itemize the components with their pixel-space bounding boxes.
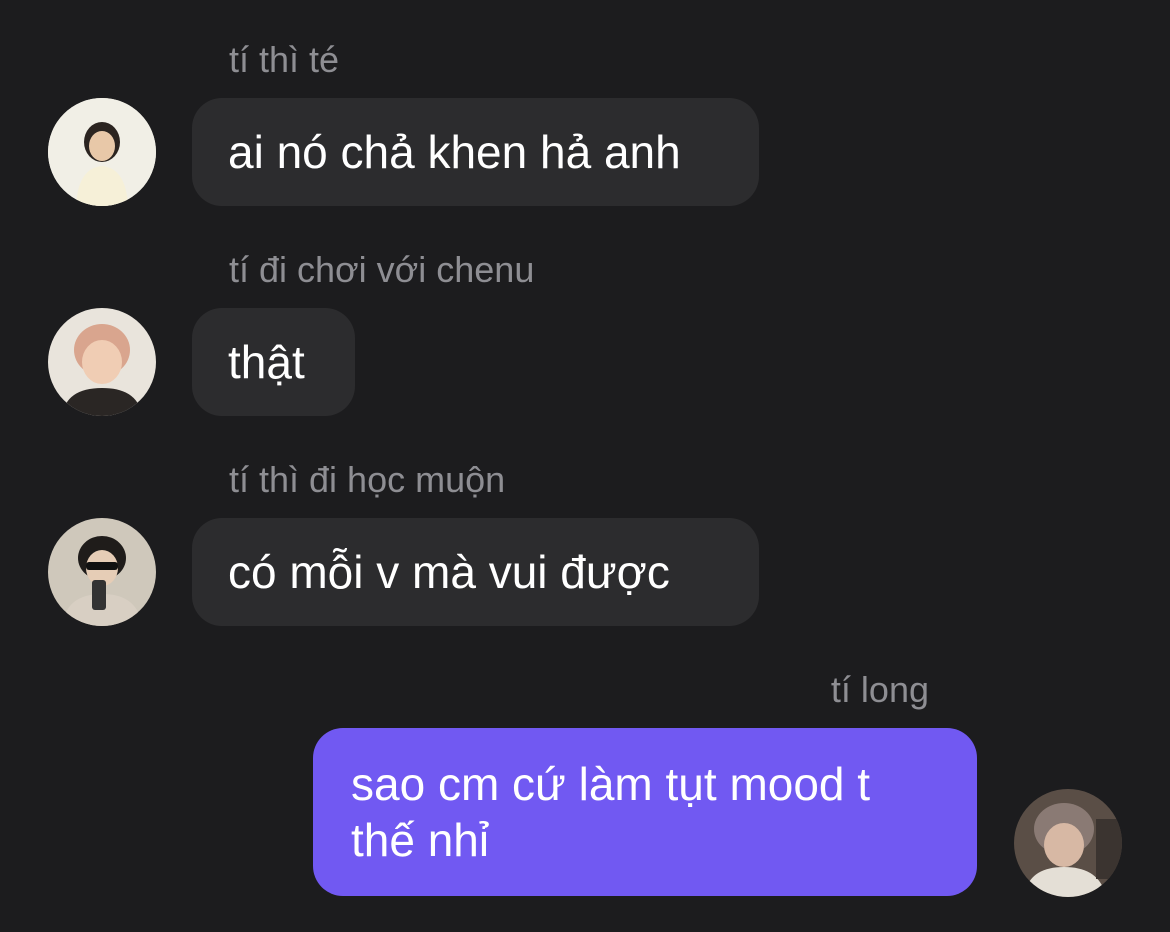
person-avatar-icon [48,98,156,206]
avatar[interactable] [48,518,156,626]
avatar[interactable] [1014,789,1122,897]
person-avatar-icon [1014,789,1122,897]
message-bubble[interactable]: thật [192,308,355,416]
avatar[interactable] [48,98,156,206]
sender-name: tí long [830,669,929,710]
sender-name: tí đi chơi với chenu [229,249,535,290]
sender-name: tí thì đi học muộn [229,459,506,500]
message-bubble-outgoing[interactable]: sao cm cứ làm tụt mood t thế nhỉ [313,728,977,896]
person-avatar-icon [48,518,156,626]
person-avatar-icon [48,308,156,416]
avatar[interactable] [48,308,156,416]
message-bubble[interactable]: ai nó chả khen hả anh [192,98,759,206]
message-bubble[interactable]: có mỗi v mà vui được [192,518,759,626]
sender-name: tí thì té [229,39,340,80]
